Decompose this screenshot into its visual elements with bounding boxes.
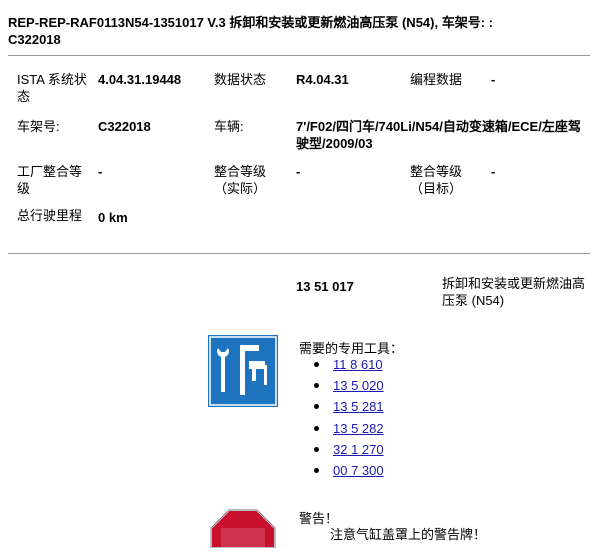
list-item: 13 5 281: [314, 398, 384, 419]
procedure-title: 拆卸和安装或更新燃油高压泵 (N54): [442, 276, 586, 308]
procedure-number: 13 51 017: [296, 279, 354, 294]
tool-link[interactable]: 32 1 270: [333, 442, 384, 457]
data-status-value: R4.04.31: [296, 72, 349, 87]
list-item: 11 8 610: [314, 356, 384, 377]
vehicle-label: 车辆:: [214, 119, 244, 134]
programming-value: -: [491, 72, 496, 87]
tools-icon: [208, 335, 278, 407]
data-status-label: 数据状态: [214, 72, 267, 87]
list-item: 13 5 020: [314, 377, 384, 398]
programming-label: 编程数据: [410, 72, 463, 87]
warning-text: 注意气缸盖罩上的警告牌！: [330, 527, 487, 542]
tool-link[interactable]: 00 7 300: [333, 463, 384, 478]
integration-actual-value: -: [296, 164, 301, 179]
integration-actual-label: 整合等级（实际）: [214, 164, 267, 196]
tool-link[interactable]: 13 5 281: [333, 399, 384, 414]
list-item: 00 7 300: [314, 462, 384, 483]
integration-target-value: -: [491, 164, 496, 179]
mileage-value: 0 km: [98, 210, 128, 225]
vehicle-value: 7'/F02/四门车/740Li/N54/自动变速箱/ECE/左座驾驶型/200…: [296, 119, 581, 151]
integration-target-label: 整合等级（目标）: [410, 164, 463, 196]
title-divider: [8, 55, 590, 56]
tool-link[interactable]: 11 8 610: [333, 357, 383, 372]
ista-label: ISTA 系统状态: [17, 72, 87, 104]
special-tools-list: 11 8 610 13 5 020 13 5 281 13 5 282 32 1…: [314, 356, 384, 483]
tool-link[interactable]: 13 5 282: [333, 421, 384, 436]
ista-value: 4.04.31.19448: [98, 72, 182, 87]
chassis-value: C322018: [98, 119, 151, 134]
factory-integration-value: -: [98, 164, 103, 179]
chassis-label: 车架号:: [17, 119, 60, 134]
factory-integration-label: 工厂整合等级: [17, 164, 83, 196]
tool-link[interactable]: 13 5 020: [333, 378, 384, 393]
list-item: 32 1 270: [314, 441, 384, 462]
special-tools-heading: 需要的专用工具：: [299, 341, 404, 356]
stop-sign-icon: [207, 508, 279, 549]
document-title: REP-REP-RAF0113N54-1351017 V.3 拆卸和安装或更新燃…: [8, 15, 493, 47]
table-divider: [8, 253, 590, 254]
mileage-label: 总行驶里程: [17, 208, 83, 223]
list-item: 13 5 282: [314, 420, 384, 441]
